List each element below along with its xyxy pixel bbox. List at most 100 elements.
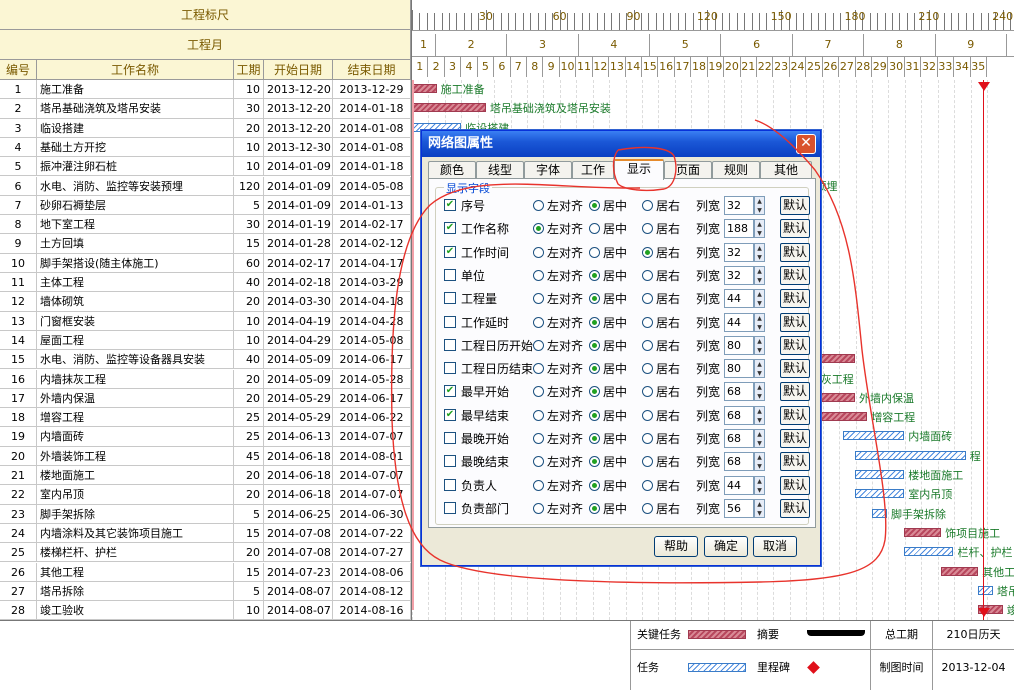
gantt-bar[interactable] [412, 103, 486, 113]
align-left-radio[interactable] [533, 269, 544, 281]
table-row[interactable]: 9 土方回填 15 2014-01-28 2014-02-12 [0, 234, 411, 254]
align-right-radio[interactable] [642, 433, 653, 444]
table-row[interactable]: 8 地下室工程 30 2014-01-19 2014-02-17 [0, 215, 411, 235]
align-left-radio[interactable] [533, 200, 544, 211]
table-row[interactable]: 12 墙体砌筑 20 2014-03-30 2014-04-18 [0, 292, 411, 312]
align-left-radio[interactable] [533, 456, 544, 468]
spinner-arrows-icon[interactable]: ▲ ▼ [754, 498, 765, 518]
table-row[interactable]: 2 塔吊基础浇筑及塔吊安装 30 2013-12-20 2014-01-18 [0, 99, 411, 119]
spin-down-icon[interactable]: ▼ [755, 392, 764, 401]
width-input[interactable]: 80 [724, 359, 754, 379]
table-row[interactable]: 7 砂卵石褥垫层 5 2014-01-09 2014-01-13 [0, 195, 411, 216]
spin-up-icon[interactable]: ▲ [755, 290, 764, 299]
table-row[interactable]: 10 脚手架搭设(随主体施工) 60 2014-02-17 2014-04-17 [0, 253, 411, 273]
align-right-radio[interactable] [642, 316, 653, 328]
table-row[interactable]: 13 门窗框安装 10 2014-04-19 2014-04-28 [0, 311, 411, 331]
gantt-bar[interactable] [842, 431, 905, 441]
field-checkbox[interactable]: ✔ [444, 222, 456, 235]
table-row[interactable]: 4 基础土方开挖 10 2013-12-30 2014-01-08 [0, 137, 411, 158]
align-right-radio[interactable] [642, 479, 653, 491]
align-center-radio[interactable] [589, 409, 600, 421]
spin-down-icon[interactable]: ▼ [755, 229, 764, 238]
table-row[interactable]: 18 增容工程 25 2014-05-29 2014-06-22 [0, 408, 411, 428]
tab-7[interactable]: 其他 [760, 161, 812, 179]
align-right-radio[interactable] [642, 246, 653, 258]
align-right-radio[interactable] [642, 502, 653, 514]
align-center-radio[interactable] [589, 269, 600, 281]
align-left-radio[interactable] [533, 502, 544, 514]
width-input[interactable]: 32 [724, 196, 754, 215]
spin-up-icon[interactable]: ▲ [755, 477, 764, 486]
align-right-radio[interactable] [642, 293, 653, 305]
table-row[interactable]: 5 振冲灌注卵石桩 10 2014-01-09 2014-01-18 [0, 157, 411, 177]
field-checkbox[interactable] [444, 432, 456, 444]
spinner-arrows-icon[interactable]: ▲ ▼ [754, 289, 765, 309]
table-row[interactable]: 25 楼梯栏杆、护栏 20 2014-07-08 2014-07-27 [0, 543, 411, 563]
spin-up-icon[interactable]: ▲ [755, 383, 764, 392]
align-center-radio[interactable] [589, 456, 600, 468]
dialog-title-bar[interactable]: 网络图属性 ✕ [422, 131, 820, 157]
table-row[interactable]: 16 内墙抹灰工程 20 2014-05-09 2014-05-28 [0, 369, 411, 389]
field-checkbox[interactable]: ✔ [444, 385, 456, 398]
col-header-start[interactable]: 开始日期 [264, 60, 333, 80]
align-center-radio[interactable] [589, 363, 600, 375]
spin-down-icon[interactable]: ▼ [755, 346, 764, 355]
field-checkbox[interactable] [444, 478, 456, 491]
spin-up-icon[interactable]: ▲ [755, 360, 764, 369]
default-button[interactable]: 默认 [780, 382, 810, 402]
gantt-bar[interactable] [855, 450, 966, 460]
default-button[interactable]: 默认 [780, 242, 810, 262]
default-button[interactable]: 默认 [780, 359, 810, 379]
spinner-arrows-icon[interactable]: ▲ ▼ [754, 196, 765, 215]
field-checkbox[interactable] [444, 362, 456, 375]
spinner-arrows-icon[interactable]: ▲ ▼ [754, 452, 765, 472]
default-button[interactable]: 默认 [780, 312, 810, 332]
close-icon[interactable]: ✕ [796, 134, 816, 154]
default-button[interactable]: 默认 [780, 335, 810, 355]
spin-up-icon[interactable]: ▲ [755, 430, 764, 439]
spin-down-icon[interactable]: ▼ [755, 276, 764, 285]
table-row[interactable]: 22 室内吊顶 20 2014-06-18 2014-07-07 [0, 485, 411, 505]
field-checkbox[interactable] [444, 292, 456, 305]
spinner-arrows-icon[interactable]: ▲ ▼ [754, 312, 765, 332]
align-center-radio[interactable] [589, 433, 600, 444]
table-row[interactable]: 19 内墙面砖 25 2014-06-13 2014-07-07 [0, 427, 411, 447]
spinner-arrows-icon[interactable]: ▲ ▼ [754, 382, 765, 402]
align-right-radio[interactable] [642, 456, 653, 468]
spin-up-icon[interactable]: ▲ [755, 500, 764, 509]
cancel-button[interactable]: 取消 [753, 536, 797, 557]
table-row[interactable]: 14 屋面工程 10 2014-04-29 2014-05-08 [0, 330, 411, 351]
spin-down-icon[interactable]: ▼ [755, 369, 764, 378]
width-input[interactable]: 188 [724, 219, 754, 239]
align-right-radio[interactable] [642, 409, 653, 421]
align-left-radio[interactable] [533, 293, 544, 305]
align-center-radio[interactable] [589, 386, 600, 398]
table-row[interactable]: 20 外墙装饰工程 45 2014-06-18 2014-08-01 [0, 446, 411, 466]
field-checkbox[interactable]: ✔ [444, 408, 456, 421]
align-left-radio[interactable] [533, 316, 544, 328]
align-center-radio[interactable] [589, 316, 600, 328]
gantt-bar[interactable] [904, 547, 954, 557]
spin-down-icon[interactable]: ▼ [755, 509, 764, 518]
help-button[interactable]: 帮助 [654, 536, 698, 557]
spin-up-icon[interactable]: ▲ [755, 314, 764, 323]
align-left-radio[interactable] [533, 363, 544, 375]
align-left-radio[interactable] [533, 409, 544, 421]
align-center-radio[interactable] [589, 246, 600, 258]
align-center-radio[interactable] [589, 339, 600, 351]
field-checkbox[interactable] [444, 501, 456, 514]
spinner-arrows-icon[interactable]: ▲ ▼ [754, 265, 765, 285]
default-button[interactable]: 默认 [780, 265, 810, 285]
gantt-bar[interactable] [412, 84, 437, 93]
default-button[interactable]: 默认 [780, 452, 810, 472]
spinner-arrows-icon[interactable]: ▲ ▼ [754, 335, 765, 355]
width-input[interactable]: 68 [724, 405, 754, 425]
table-row[interactable]: 11 主体工程 40 2014-02-18 2014-03-29 [0, 273, 411, 293]
width-input[interactable]: 32 [724, 265, 754, 285]
spinner-arrows-icon[interactable]: ▲ ▼ [754, 359, 765, 379]
table-row[interactable]: 21 楼地面施工 20 2014-06-18 2014-07-07 [0, 466, 411, 486]
align-left-radio[interactable] [533, 339, 544, 351]
spin-down-icon[interactable]: ▼ [755, 323, 764, 332]
table-row[interactable]: 28 竣工验收 10 2014-08-07 2014-08-16 [0, 601, 411, 621]
spin-up-icon[interactable]: ▲ [755, 453, 764, 462]
